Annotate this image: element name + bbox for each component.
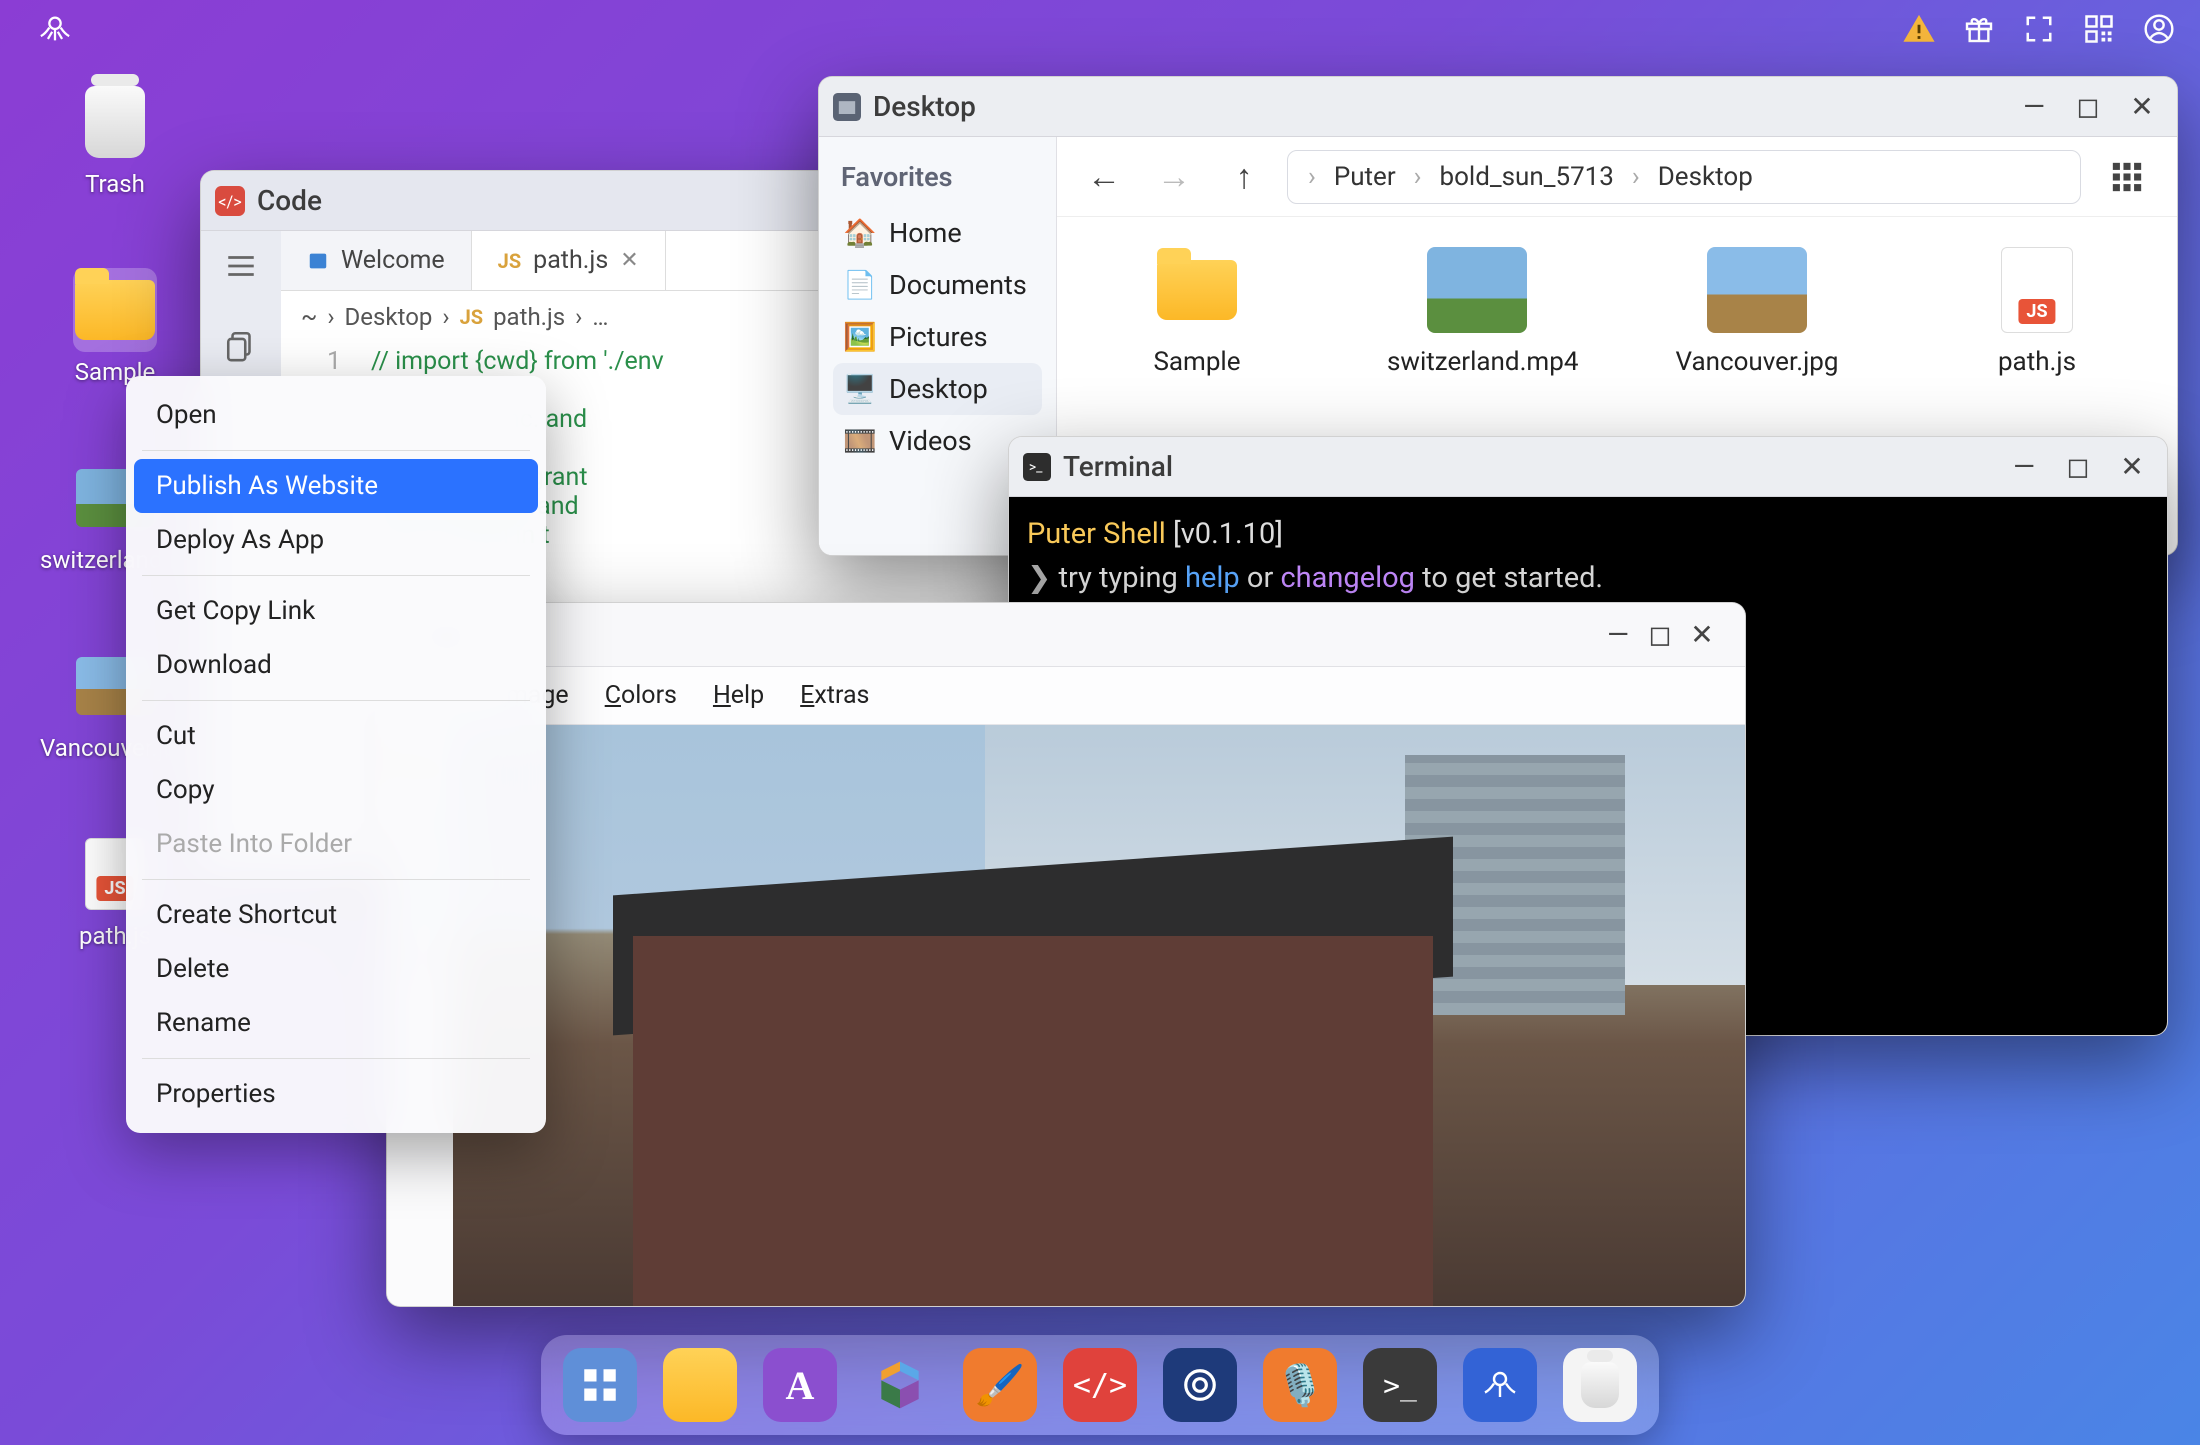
nav-back-button[interactable]: ← — [1077, 150, 1131, 204]
document-icon: 📄 — [845, 270, 875, 300]
close-button[interactable]: ✕ — [2111, 446, 2153, 488]
user-icon[interactable] — [2136, 6, 2182, 52]
terminal-titlebar[interactable]: >_ Terminal — ◻ ✕ — [1009, 437, 2167, 497]
ctx-delete[interactable]: Delete — [126, 942, 546, 996]
ctx-deploy-app[interactable]: Deploy As App — [126, 513, 546, 567]
menu-extras[interactable]: Extras — [800, 681, 869, 710]
image-titlebar[interactable]: er.jpg — ◻ ✕ — [387, 603, 1745, 667]
image-canvas[interactable] — [453, 725, 1745, 1306]
tab-welcome[interactable]: Welcome — [281, 231, 472, 290]
files-app-icon — [833, 93, 861, 121]
warning-icon[interactable] — [1896, 6, 1942, 52]
dock-paint[interactable]: 🖌️ — [963, 1348, 1037, 1422]
maximize-button[interactable]: ◻ — [2057, 446, 2099, 488]
favorites-heading: Favorites — [833, 161, 1042, 193]
fav-pictures[interactable]: 🖼️Pictures — [833, 311, 1042, 363]
dock-mic[interactable]: 🎙️ — [1263, 1348, 1337, 1422]
svg-text:>_: >_ — [1029, 459, 1043, 475]
hamburger-icon[interactable] — [216, 241, 266, 291]
grid-view-button[interactable] — [2097, 150, 2157, 204]
ctx-open[interactable]: Open — [126, 388, 546, 442]
welcome-icon — [307, 250, 329, 272]
close-button[interactable]: ✕ — [2121, 86, 2163, 128]
image-window: er.jpg — ◻ ✕ View Image Colors Help Extr… — [386, 602, 1746, 1307]
terminal-app-icon: >_ — [1023, 453, 1051, 481]
dock-launcher[interactable] — [563, 1348, 637, 1422]
dock-files[interactable] — [663, 1348, 737, 1422]
ctx-properties[interactable]: Properties — [126, 1067, 546, 1121]
home-icon: 🏠 — [845, 218, 875, 248]
ctx-publish-website[interactable]: Publish As Website — [134, 459, 538, 513]
ctx-cut[interactable]: Cut — [126, 709, 546, 763]
dock-font[interactable]: A — [763, 1348, 837, 1422]
ctx-paste-folder: Paste Into Folder — [126, 817, 546, 871]
path-bar[interactable]: ›Puter ›bold_sun_5713 ›Desktop — [1287, 150, 2081, 204]
videos-icon: 🎞️ — [845, 426, 875, 456]
dock-3d[interactable] — [863, 1348, 937, 1422]
ctx-copy[interactable]: Copy — [126, 763, 546, 817]
desktop-icon-trash[interactable]: Trash — [40, 80, 190, 198]
ctx-rename[interactable]: Rename — [126, 996, 546, 1050]
svg-text:</>: </> — [218, 192, 241, 211]
minimize-button[interactable]: — — [2013, 86, 2055, 128]
explorer-icon[interactable] — [216, 321, 266, 371]
files-titlebar[interactable]: Desktop — ◻ ✕ — [819, 77, 2177, 137]
nav-up-button[interactable]: ↑ — [1217, 150, 1271, 204]
dock-camera[interactable] — [1163, 1348, 1237, 1422]
ctx-download[interactable]: Download — [126, 638, 546, 692]
dock-cloud[interactable] — [1463, 1348, 1537, 1422]
nav-forward-button[interactable]: → — [1147, 150, 1201, 204]
files-toolbar: ← → ↑ ›Puter ›bold_sun_5713 ›Desktop — [1057, 137, 2177, 217]
dock: A 🖌️ </> 🎙️ >_ — [541, 1335, 1659, 1435]
minimize-button[interactable]: — — [2003, 446, 2045, 488]
fav-documents[interactable]: 📄Documents — [833, 259, 1042, 311]
logo-icon[interactable] — [32, 6, 78, 52]
dock-terminal[interactable]: >_ — [1363, 1348, 1437, 1422]
ctx-copy-link[interactable]: Get Copy Link — [126, 584, 546, 638]
code-app-icon: </> — [215, 186, 245, 216]
context-menu: Open Publish As Website Deploy As App Ge… — [126, 376, 546, 1133]
desktop-icon-sample[interactable]: Sample — [40, 268, 190, 386]
pictures-icon: 🖼️ — [845, 322, 875, 352]
fav-home[interactable]: 🏠Home — [833, 207, 1042, 259]
ctx-create-shortcut[interactable]: Create Shortcut — [126, 888, 546, 942]
desktop-icon: 🖥️ — [845, 374, 875, 404]
gift-icon[interactable] — [1956, 6, 2002, 52]
fullscreen-icon[interactable] — [2016, 6, 2062, 52]
maximize-button[interactable]: ◻ — [1639, 614, 1681, 656]
menubar — [0, 0, 2200, 58]
tab-pathjs[interactable]: JS path.js ✕ — [472, 231, 666, 290]
close-button[interactable]: ✕ — [1681, 614, 1723, 656]
dock-trash[interactable] — [1563, 1348, 1637, 1422]
js-icon: JS — [498, 249, 522, 273]
menu-colors[interactable]: Colors — [605, 681, 677, 710]
fav-desktop[interactable]: 🖥️Desktop — [833, 363, 1042, 415]
dock-code[interactable]: </> — [1063, 1348, 1137, 1422]
minimize-button[interactable]: — — [1597, 614, 1639, 656]
files-window-title: Desktop — [873, 90, 976, 123]
menu-help[interactable]: Help — [713, 681, 764, 710]
maximize-button[interactable]: ◻ — [2067, 86, 2109, 128]
image-menubar: View Image Colors Help Extras — [387, 667, 1745, 725]
terminal-window-title: Terminal — [1063, 450, 1173, 483]
tab-close-icon[interactable]: ✕ — [620, 248, 638, 273]
qr-icon[interactable] — [2076, 6, 2122, 52]
code-window-title: Code — [257, 184, 322, 217]
